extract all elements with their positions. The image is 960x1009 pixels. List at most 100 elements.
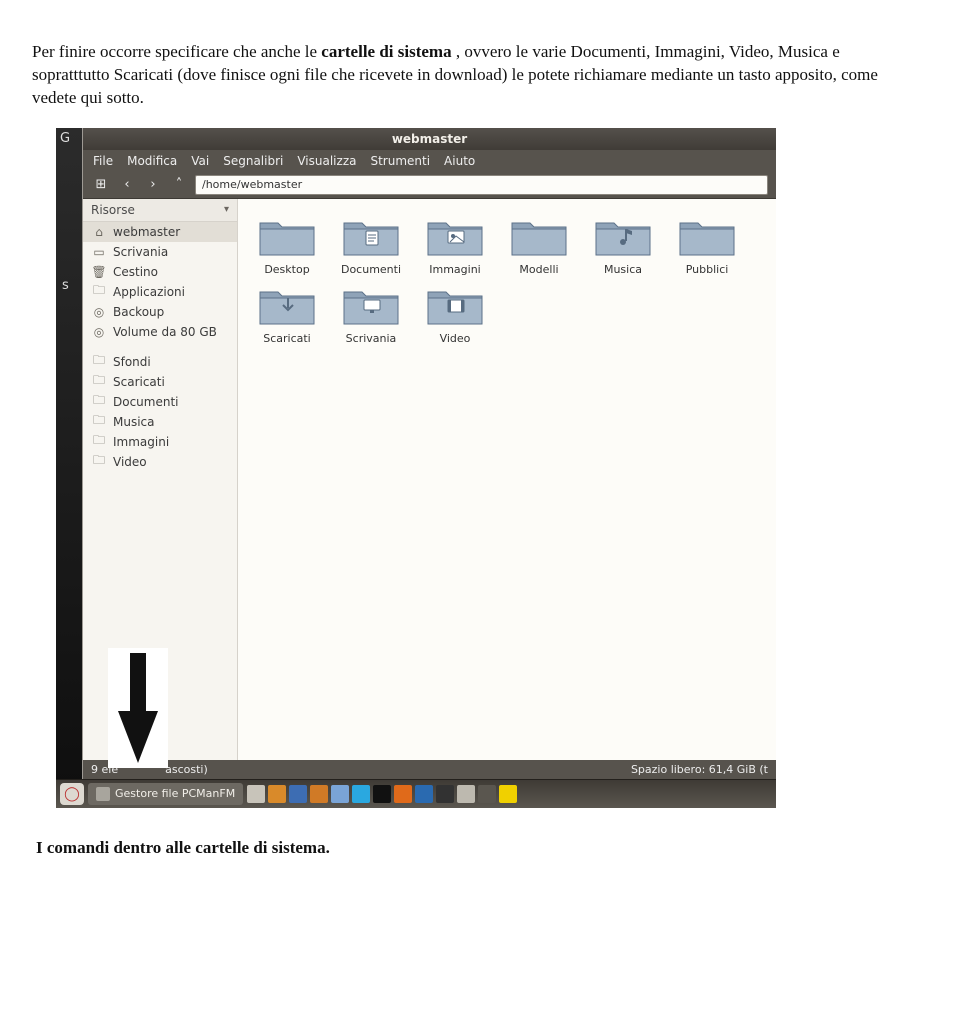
sidebar-item-video[interactable]: 🗀 Video xyxy=(83,452,237,472)
menu-strumenti[interactable]: Strumenti xyxy=(370,154,430,168)
intro-a: Per finire occorre specificare che anche… xyxy=(32,42,321,61)
menu-aiuto[interactable]: Aiuto xyxy=(444,154,475,168)
taskbar-app-button[interactable]: Gestore file PCManFM xyxy=(88,783,243,805)
taskbar-volume-icon[interactable] xyxy=(478,785,496,803)
status-bar: 9 ele ascosti) Spazio libero: 61,4 GiB (… xyxy=(83,760,776,780)
sidebar-item-scrivania[interactable]: ▭ Scrivania xyxy=(83,242,237,262)
sidebar-item-label: Applicazioni xyxy=(113,285,185,299)
folder-icon: 🗀 xyxy=(91,355,107,369)
disk-icon: ◎ xyxy=(91,325,107,339)
folder-icon xyxy=(676,211,738,259)
folder-icon: 🗀 xyxy=(91,395,107,409)
folder-label: Pubblici xyxy=(666,263,748,276)
sidebar-item-sfondi[interactable]: 🗀Sfondi xyxy=(83,352,237,372)
taskbar-monitor-icon[interactable] xyxy=(499,785,517,803)
sidebar-item-documenti[interactable]: 🗀 Documenti xyxy=(83,392,237,412)
intro-bold: cartelle di sistema xyxy=(321,42,451,61)
menu-visualizza[interactable]: Visualizza xyxy=(297,154,356,168)
taskbar-mail-icon[interactable] xyxy=(289,785,307,803)
sidebar-item-applicazioni[interactable]: 🗀Applicazioni xyxy=(83,282,237,302)
taskbar-skype-icon[interactable] xyxy=(352,785,370,803)
folder-icon: 🗀 xyxy=(91,415,107,429)
sidebar-item-scaricati[interactable]: 🗀 Scaricati xyxy=(83,372,237,392)
disk-icon: ◎ xyxy=(91,305,107,319)
folder-icon xyxy=(508,211,570,259)
up-button[interactable]: ˄ xyxy=(169,176,189,194)
menu-vai[interactable]: Vai xyxy=(191,154,209,168)
sidebar-item-cestino[interactable]: 🗑 Cestino xyxy=(83,262,237,282)
sidebar-item-label: Video xyxy=(113,455,147,469)
folder-label: Scaricati xyxy=(246,332,328,345)
sidebar-item-webmaster[interactable]: ⌂webmaster xyxy=(83,222,237,242)
folder-modelli[interactable]: Modelli xyxy=(498,211,580,276)
taskbar-pager-icon[interactable] xyxy=(247,785,265,803)
sidebar-item-immagini[interactable]: 🗀 Immagini xyxy=(83,432,237,452)
taskbar-people-icon[interactable] xyxy=(331,785,349,803)
folder-icon xyxy=(340,280,402,328)
folder-pubblici[interactable]: Pubblici xyxy=(666,211,748,276)
menu-modifica[interactable]: Modifica xyxy=(127,154,177,168)
taskbar-browser-icon[interactable] xyxy=(268,785,286,803)
folder-label: Musica xyxy=(582,263,664,276)
folder-icon xyxy=(592,211,654,259)
sidebar-item-label: webmaster xyxy=(113,225,180,239)
taskbar-burner-icon[interactable] xyxy=(394,785,412,803)
sidebar-item-label: Immagini xyxy=(113,435,169,449)
sidebar-header-label: Risorse xyxy=(91,199,135,221)
folder-musica[interactable]: Musica xyxy=(582,211,664,276)
trash-icon: 🗑 xyxy=(91,265,107,279)
overlay-arrow xyxy=(108,648,168,768)
window-titlebar[interactable]: webmaster xyxy=(83,128,776,150)
taskbar-quicklaunch xyxy=(247,785,517,803)
start-button[interactable]: ◯ xyxy=(60,783,84,805)
folder-icon: 🗀 xyxy=(91,435,107,449)
taskbar-chat-icon[interactable] xyxy=(310,785,328,803)
toolbar: ⊞ ‹ › ˄ /home/webmaster xyxy=(83,172,776,199)
folder-scrivania[interactable]: Scrivania xyxy=(330,280,412,345)
taskbar-media-icon[interactable] xyxy=(415,785,433,803)
sidebar-item-label: Scaricati xyxy=(113,375,165,389)
forward-button[interactable]: › xyxy=(143,176,163,194)
screenshot-container: G s webmaster File Modifica Vai Segnalib… xyxy=(56,128,776,808)
taskbar-terminal-icon[interactable] xyxy=(373,785,391,803)
sidebar-item-musica[interactable]: 🗀 Musica xyxy=(83,412,237,432)
fm-body: Risorse ▾ ⌂webmaster▭Scrivania🗑Cestino🗀A… xyxy=(83,199,776,760)
sidebar-header[interactable]: Risorse ▾ xyxy=(83,199,237,222)
folder-scaricati[interactable]: Scaricati xyxy=(246,280,328,345)
folder-documenti[interactable]: Documenti xyxy=(330,211,412,276)
folder-icon xyxy=(424,280,486,328)
folder-label: Scrivania xyxy=(330,332,412,345)
taskbar-record-icon[interactable] xyxy=(436,785,454,803)
new-tab-button[interactable]: ⊞ xyxy=(91,176,111,194)
file-pane[interactable]: DesktopDocumentiImmaginiModelliMusicaPub… xyxy=(238,199,776,760)
file-manager-window: webmaster File Modifica Vai Segnalibri V… xyxy=(82,128,776,780)
intro-paragraph: Per finire occorre specificare che anche… xyxy=(32,41,912,110)
sidebar-item-label: Musica xyxy=(113,415,155,429)
chevron-down-icon: ▾ xyxy=(224,199,229,221)
status-mid: ascosti) xyxy=(165,763,208,776)
folder-icon: 🗀 xyxy=(91,375,107,389)
folder-label: Immagini xyxy=(414,263,496,276)
sidebar-item-volume-da-80-gb[interactable]: ◎ Volume da 80 GB xyxy=(83,322,237,342)
menu-file[interactable]: File xyxy=(93,154,113,168)
folder-label: Modelli xyxy=(498,263,580,276)
folder-immagini[interactable]: Immagini xyxy=(414,211,496,276)
back-button[interactable]: ‹ xyxy=(117,176,137,194)
footer-heading: I comandi dentro alle cartelle di sistem… xyxy=(36,838,928,858)
sidebar-item-label: Cestino xyxy=(113,265,158,279)
path-input[interactable]: /home/webmaster xyxy=(195,175,768,195)
folder-icon: 🗀 xyxy=(91,455,107,469)
menu-segnalibri[interactable]: Segnalibri xyxy=(223,154,283,168)
folder-label: Documenti xyxy=(330,263,412,276)
desktop-icon: ▭ xyxy=(91,245,107,259)
sidebar-item-label: Documenti xyxy=(113,395,179,409)
folder-desktop[interactable]: Desktop xyxy=(246,211,328,276)
sidebar-item-label: Backoup xyxy=(113,305,164,319)
sidebar-item-backoup[interactable]: ◎ Backoup xyxy=(83,302,237,322)
taskbar-settings-icon[interactable] xyxy=(457,785,475,803)
sidebar-item-label: Volume da 80 GB xyxy=(113,325,217,339)
folder-video[interactable]: Video xyxy=(414,280,496,345)
down-arrow-icon xyxy=(117,653,159,763)
sidebar-item-label: Scrivania xyxy=(113,245,168,259)
desktop-badge: G xyxy=(60,131,70,146)
